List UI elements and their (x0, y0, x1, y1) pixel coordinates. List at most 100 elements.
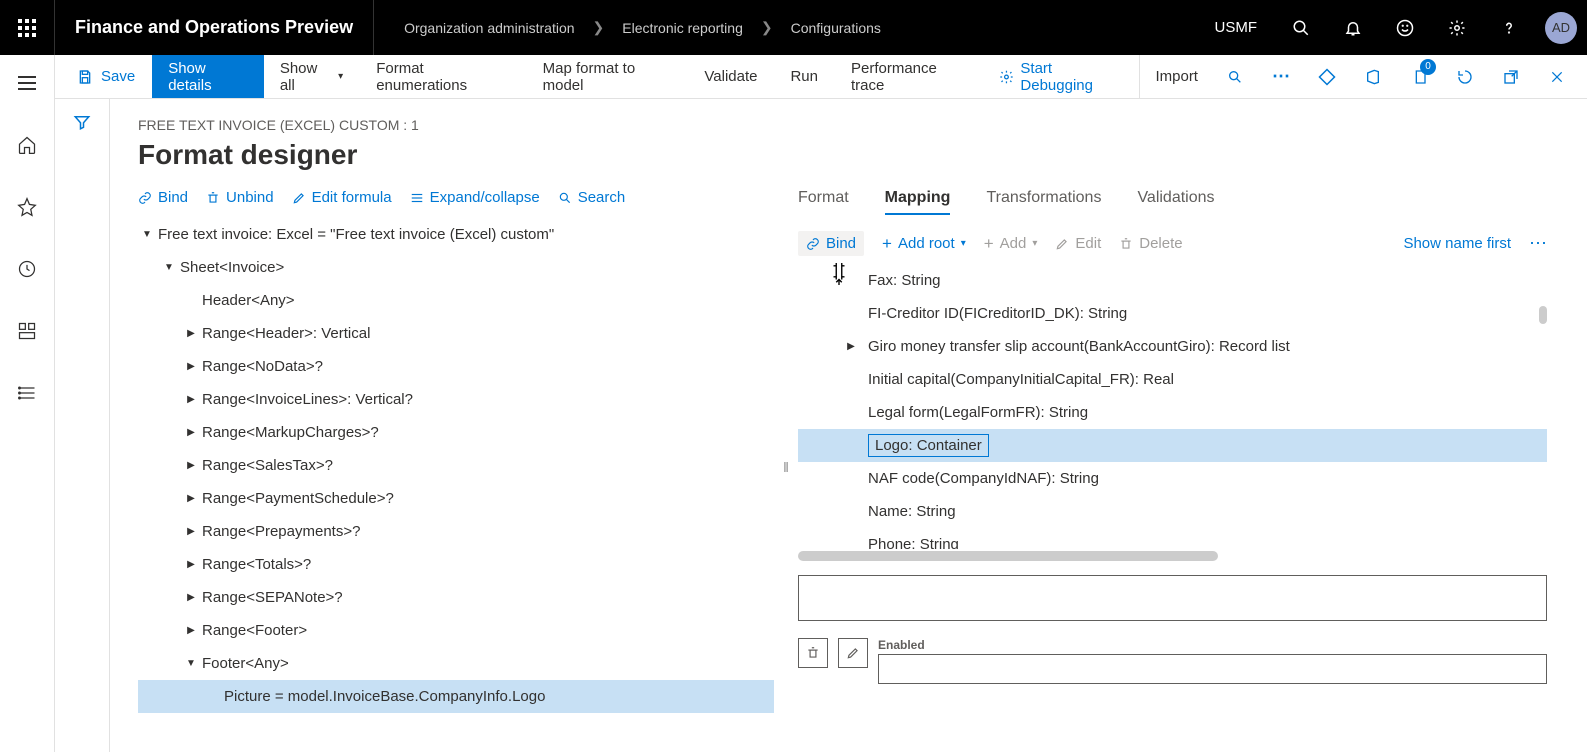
enabled-input[interactable] (878, 654, 1547, 684)
format-tree-node[interactable]: ▶Range<InvoiceLines>: Vertical? (138, 383, 774, 416)
format-tree-node[interactable]: ▶Range<MarkupCharges>? (138, 416, 774, 449)
caret-down-icon[interactable]: ▼ (160, 262, 178, 273)
bell-icon[interactable] (1327, 0, 1379, 55)
star-icon[interactable] (7, 187, 47, 227)
format-tree-node[interactable]: ▼Free text invoice: Excel = "Free text i… (138, 218, 774, 251)
run-button[interactable]: Run (774, 55, 835, 98)
format-tree-node[interactable]: Header<Any> (138, 284, 774, 317)
scrollbar-thumb[interactable] (1539, 306, 1547, 324)
format-tree-node[interactable]: ▼Sheet<Invoice> (138, 251, 774, 284)
caret-right-icon[interactable]: ▶ (842, 341, 860, 352)
show-all-button[interactable]: Show all▾ (264, 55, 360, 98)
data-tree-node[interactable]: Legal form(LegalFormFR): String (798, 396, 1547, 429)
add-root-button[interactable]: +Add root▾ (882, 234, 966, 254)
horizontal-scrollbar[interactable] (798, 551, 1218, 561)
chevron-right-icon: ❯ (761, 19, 773, 36)
diamond-icon[interactable] (1307, 55, 1347, 99)
refresh-icon[interactable] (1445, 55, 1485, 99)
format-tree-node[interactable]: ▶Range<NoData>? (138, 350, 774, 383)
tab-transformations[interactable]: Transformations (986, 189, 1101, 215)
formula-textarea[interactable] (798, 575, 1547, 621)
format-tree-node[interactable]: ▶Range<PaymentSchedule>? (138, 482, 774, 515)
caret-right-icon[interactable]: ▶ (182, 592, 200, 603)
caret-right-icon[interactable]: ▶ (182, 493, 200, 504)
data-tree-node[interactable]: Logo: Container (798, 429, 1547, 462)
right-tabs: Format Mapping Transformations Validatio… (798, 181, 1547, 221)
data-tree-node[interactable]: Fax: String (798, 264, 1547, 297)
attach-icon[interactable]: 0 (1399, 55, 1439, 99)
format-tree-node[interactable]: ▶Range<Header>: Vertical (138, 317, 774, 350)
breadcrumb-item[interactable]: Organization administration (404, 20, 574, 36)
waffle-icon[interactable] (0, 0, 55, 55)
caret-right-icon[interactable]: ▶ (182, 328, 200, 339)
edit-formula-icon[interactable] (838, 638, 868, 668)
data-tree-node[interactable]: Name: String (798, 495, 1547, 528)
more-icon[interactable]: ⋯ (1261, 55, 1301, 99)
popout-icon[interactable] (1491, 55, 1531, 99)
performance-trace-button[interactable]: Performance trace (835, 55, 983, 98)
caret-down-icon[interactable]: ▼ (182, 658, 200, 669)
expand-collapse-button[interactable]: Expand/collapse (410, 189, 540, 206)
caret-right-icon[interactable]: ▶ (182, 361, 200, 372)
office-icon[interactable] (1353, 55, 1393, 99)
hamburger-icon[interactable] (7, 63, 47, 103)
home-icon[interactable] (7, 125, 47, 165)
format-tree-node[interactable]: ▶Range<Totals>? (138, 548, 774, 581)
data-tree-node[interactable]: Phone: String (798, 528, 1547, 549)
caret-right-icon[interactable]: ▶ (182, 427, 200, 438)
tab-format[interactable]: Format (798, 189, 849, 215)
tab-mapping[interactable]: Mapping (885, 189, 951, 215)
add-button: +Add▾ (984, 234, 1038, 254)
data-tree-node[interactable]: NAF code(CompanyIdNAF): String (798, 462, 1547, 495)
caret-right-icon[interactable]: ▶ (182, 394, 200, 405)
start-debugging-button[interactable]: Start Debugging (983, 55, 1138, 98)
edit-formula-button[interactable]: Edit formula (292, 189, 392, 206)
recent-icon[interactable] (7, 249, 47, 289)
show-details-button[interactable]: Show details (152, 55, 264, 98)
more-mapping-icon[interactable]: ⋯ (1529, 233, 1547, 254)
caret-right-icon[interactable]: ▶ (182, 460, 200, 471)
filter-panel[interactable] (55, 99, 110, 752)
data-tree-node[interactable]: Initial capital(CompanyInitialCapital_FR… (798, 363, 1547, 396)
splitter[interactable]: ‖ (774, 181, 798, 752)
help-icon[interactable] (1483, 0, 1535, 55)
bind-button[interactable]: Bind (138, 189, 188, 206)
save-button[interactable]: Save (55, 55, 152, 98)
caret-right-icon[interactable]: ▶ (182, 559, 200, 570)
data-source-tree[interactable]: Fax: StringFI-Creditor ID(FICreditorID_D… (798, 264, 1547, 549)
import-button[interactable]: Import (1139, 55, 1215, 98)
close-icon[interactable] (1537, 55, 1577, 99)
smiley-icon[interactable] (1379, 0, 1431, 55)
format-tree-node[interactable]: ▼Footer<Any> (138, 647, 774, 680)
format-tree[interactable]: ▼Free text invoice: Excel = "Free text i… (138, 218, 774, 752)
search-tree-button[interactable]: Search (558, 189, 626, 206)
legal-entity[interactable]: USMF (1197, 19, 1276, 36)
modules-icon[interactable] (7, 373, 47, 413)
format-tree-node[interactable]: ▶Range<SEPANote>? (138, 581, 774, 614)
format-enumerations-button[interactable]: Format enumerations (360, 55, 526, 98)
map-format-button[interactable]: Map format to model (527, 55, 689, 98)
validate-button[interactable]: Validate (688, 55, 774, 98)
caret-down-icon[interactable]: ▼ (138, 229, 156, 240)
tab-validations[interactable]: Validations (1137, 189, 1214, 215)
unbind-button[interactable]: Unbind (206, 189, 274, 206)
search-icon[interactable] (1275, 0, 1327, 55)
data-tree-node[interactable]: FI-Creditor ID(FICreditorID_DK): String (798, 297, 1547, 330)
format-tree-node[interactable]: ▶Range<Footer> (138, 614, 774, 647)
data-tree-node[interactable]: ▶ Giro money transfer slip account(BankAc… (798, 330, 1547, 363)
gear-icon[interactable] (1431, 0, 1483, 55)
format-tree-node[interactable]: ▶Range<SalesTax>? (138, 449, 774, 482)
show-name-first-button[interactable]: Show name first (1403, 235, 1511, 252)
delete-formula-icon[interactable] (798, 638, 828, 668)
breadcrumb-item[interactable]: Configurations (791, 20, 881, 36)
format-tree-node[interactable]: Picture = model.InvoiceBase.CompanyInfo.… (138, 680, 774, 713)
data-node-label: Giro money transfer slip account(BankAcc… (868, 338, 1290, 355)
caret-right-icon[interactable]: ▶ (182, 526, 200, 537)
workspaces-icon[interactable] (7, 311, 47, 351)
avatar[interactable]: AD (1545, 12, 1577, 44)
breadcrumb-item[interactable]: Electronic reporting (622, 20, 743, 36)
bind-mapping-button[interactable]: Bind (798, 231, 864, 256)
search-page-icon[interactable] (1215, 55, 1255, 99)
format-tree-node[interactable]: ▶Range<Prepayments>? (138, 515, 774, 548)
caret-right-icon[interactable]: ▶ (182, 625, 200, 636)
